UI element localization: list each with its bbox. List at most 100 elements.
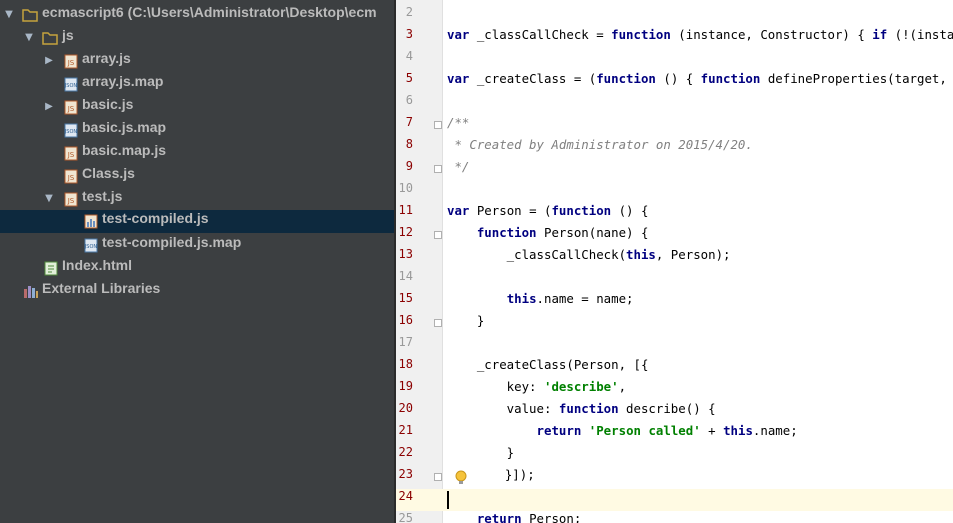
code-line[interactable]: 18 _createClass(Person, [{ (396, 357, 953, 379)
code-editor[interactable]: 2 3 var _classCallCheck = function (instan… (396, 0, 953, 523)
fold-marker-icon[interactable] (434, 121, 442, 129)
tree-item-label: test-compiled.js.map (102, 234, 242, 250)
fold-marker-icon[interactable] (434, 319, 442, 327)
line-number: 4 (405, 49, 413, 63)
tree-item-label: Class.js (82, 165, 135, 181)
tree-item-test-compiled-js[interactable]: test-compiled.js (0, 210, 394, 233)
code-line[interactable]: 25 return Person; (396, 511, 953, 523)
tree-item-basic-js-map[interactable]: JSON basic.js.map (0, 119, 394, 142)
tree-item-class-js[interactable]: JS Class.js (0, 165, 394, 188)
tree-item-test-compiled-js-map[interactable]: JSON test-compiled.js.map (0, 234, 394, 257)
html-file-icon (44, 261, 58, 276)
collapsed-arrow-icon[interactable]: ▶ (43, 54, 55, 68)
code-text: _classCallCheck(this, Person); (447, 247, 731, 262)
code-line[interactable]: 22 } (396, 445, 953, 467)
code-text: } (447, 445, 515, 460)
svg-text:JSON: JSON (64, 129, 77, 135)
line-number: 9 (405, 159, 413, 173)
text-caret (447, 491, 449, 509)
code-line[interactable]: 15 this.name = name; (396, 291, 953, 313)
tree-item-label: basic.js.map (82, 119, 167, 135)
code-line[interactable]: 21 return 'Person called' + this.name; (396, 423, 953, 445)
code-line[interactable]: 19 key: 'describe', (396, 379, 953, 401)
svg-text:JSON: JSON (84, 244, 97, 250)
line-number: 21 (398, 423, 413, 437)
tree-item-array-js[interactable]: ▶ JS array.js (0, 50, 394, 73)
code-line[interactable]: 2 (396, 5, 953, 27)
line-number: 3 (405, 27, 413, 41)
libraries-icon (24, 286, 38, 298)
code-text: var _createClass = (function () { functi… (447, 71, 953, 86)
code-line[interactable]: 24 (396, 489, 953, 511)
line-number: 14 (398, 269, 413, 283)
code-line[interactable]: 17 (396, 335, 953, 357)
code-line[interactable]: 16 } (396, 313, 953, 335)
code-line[interactable]: 3 var _classCallCheck = function (instanc… (396, 27, 953, 49)
tree-item-basic-map-js[interactable]: JS basic.map.js (0, 142, 394, 165)
svg-text:JS: JS (67, 105, 75, 113)
code-text: var Person = (function () { (447, 203, 649, 218)
code-text: return Person; (476, 511, 582, 523)
expand-arrow-icon[interactable]: ▼ (43, 192, 55, 206)
code-line[interactable]: 20 value: function describe() { (396, 401, 953, 423)
tree-item-label: array.js (82, 50, 131, 66)
fold-marker-icon[interactable] (434, 473, 442, 481)
line-number: 23 (398, 467, 413, 481)
code-line[interactable]: 4 (396, 49, 953, 71)
code-text: value: function describe() { (447, 401, 716, 416)
line-number: 13 (398, 247, 413, 261)
code-line[interactable]: 12 function Person(nane) { (396, 225, 953, 247)
line-number: 11 (398, 203, 413, 217)
code-text: */ (447, 159, 470, 174)
tree-item-external-libraries[interactable]: External Libraries (0, 280, 394, 303)
code-text: var _classCallCheck = function (instance… (447, 27, 953, 42)
line-number: 22 (398, 445, 413, 459)
line-number: 19 (398, 379, 413, 393)
js-file-icon: JS (64, 54, 78, 69)
expand-arrow-icon[interactable]: ▼ (23, 31, 35, 45)
js-file-icon: JS (64, 192, 78, 207)
line-number: 12 (398, 225, 413, 239)
code-text: _createClass(Person, [{ (447, 357, 649, 372)
fold-marker-icon[interactable] (434, 165, 442, 173)
code-line[interactable]: 9 */ (396, 159, 953, 181)
code-line[interactable]: 14 (396, 269, 953, 291)
expand-arrow-icon[interactable]: ▼ (3, 8, 15, 22)
tree-item-index-html[interactable]: Index.html (0, 257, 394, 280)
code-line[interactable]: 5 var _createClass = (function () { funct… (396, 71, 953, 93)
code-line[interactable]: 6 (396, 93, 953, 115)
tree-item-basic-js[interactable]: ▶ JS basic.js (0, 96, 394, 119)
lightbulb-icon[interactable] (455, 470, 467, 486)
tree-root-label: ecmascript6 (C:\Users\Administrator\Desk… (42, 4, 377, 20)
project-tree-panel: ▼ ecmascript6 (C:\Users\Administrator\De… (0, 0, 394, 523)
code-text: key: 'describe', (447, 379, 627, 394)
json-file-icon: JSON (64, 77, 78, 92)
line-number: 17 (398, 335, 413, 349)
tree-item-label: test.js (82, 188, 123, 204)
js-file-icon: JS (64, 146, 78, 161)
code-line[interactable]: 23 }]); (396, 467, 953, 489)
tree-item-array-js-map[interactable]: JSON array.js.map (0, 73, 394, 96)
tree-root-ecmascript6[interactable]: ▼ ecmascript6 (C:\Users\Administrator\De… (0, 4, 394, 27)
line-number: 20 (398, 401, 413, 415)
line-number: 7 (405, 115, 413, 129)
tree-item-test-js[interactable]: ▼ JS test.js (0, 188, 394, 211)
code-line[interactable]: 7 /** (396, 115, 953, 137)
tree-item-label: basic.map.js (82, 142, 167, 158)
code-line[interactable]: 13 _classCallCheck(this, Person); (396, 247, 953, 269)
code-line[interactable]: 8 * Created by Administrator on 2015/4/2… (396, 137, 953, 159)
code-text: * Created by Administrator on 2015/4/20. (447, 137, 753, 152)
tree-item-js-folder[interactable]: ▼ js (0, 27, 394, 50)
svg-text:JS: JS (67, 197, 75, 205)
line-number: 8 (405, 137, 413, 151)
code-text: return 'Person called' + this.name; (536, 423, 798, 438)
fold-marker-icon[interactable] (434, 231, 442, 239)
tree-item-label: External Libraries (42, 280, 161, 296)
collapsed-arrow-icon[interactable]: ▶ (43, 100, 55, 114)
svg-text:JS: JS (67, 151, 75, 159)
line-number: 6 (405, 93, 413, 107)
code-line[interactable]: 10 (396, 181, 953, 203)
code-text: } (447, 313, 485, 328)
tree-item-label: Index.html (62, 257, 133, 273)
code-line[interactable]: 11 var Person = (function () { (396, 203, 953, 225)
